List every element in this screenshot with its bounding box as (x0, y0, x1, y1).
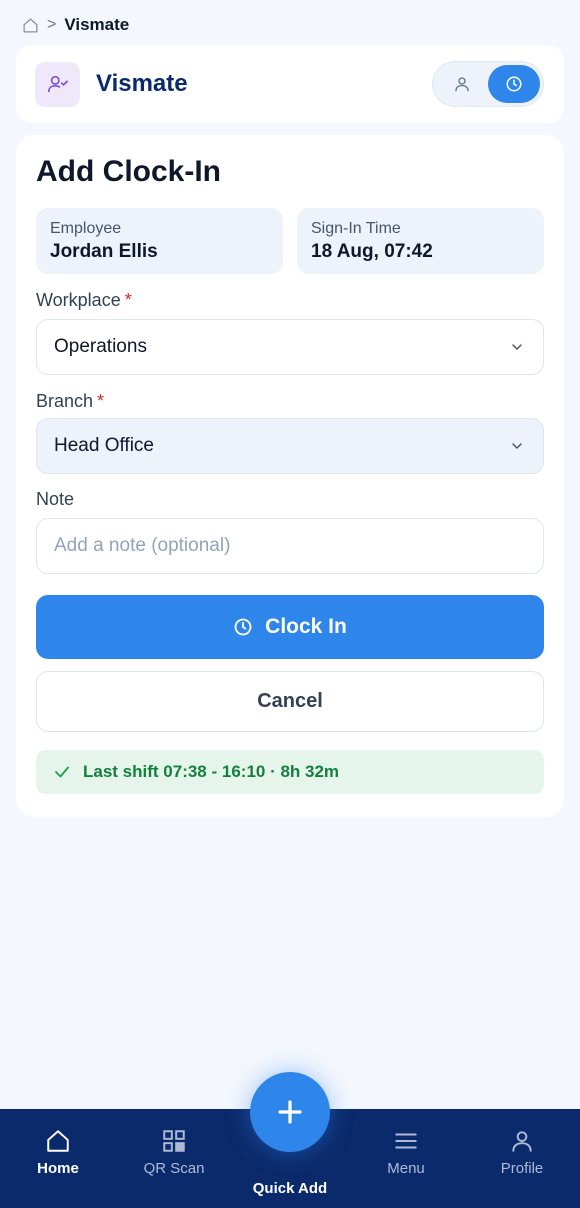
app-name: Vismate (96, 70, 188, 97)
chevron-down-icon (509, 339, 525, 355)
required-mark: * (124, 290, 132, 310)
page-title: Add Clock-In (36, 155, 221, 188)
sign-in-time-tile: Sign-In Time 18 Aug, 07:42 (297, 208, 544, 274)
last-shift-banner: Last shift 07:38 - 16:10 · 8h 32m (36, 750, 544, 794)
chevron-down-icon (509, 438, 525, 454)
cancel-label: Cancel (257, 690, 323, 712)
breadcrumb: > Vismate (22, 14, 129, 36)
note-input[interactable] (36, 518, 544, 574)
menu-icon (393, 1126, 419, 1156)
breadcrumb-current: Vismate (64, 15, 130, 34)
workplace-select[interactable]: Operations (36, 319, 544, 375)
nav-menu[interactable]: Menu (361, 1126, 451, 1182)
clock-view-button[interactable] (488, 65, 540, 103)
breadcrumb-separator: > (47, 16, 57, 33)
app-header: Vismate (16, 45, 564, 123)
employee-tile: Employee Jordan Ellis (36, 208, 283, 274)
nav-profile-label: Profile (500, 1160, 544, 1177)
app-logo (35, 61, 80, 107)
nav-profile[interactable]: Profile (477, 1126, 567, 1182)
nav-home[interactable]: Home (13, 1126, 103, 1182)
employee-label: Employee (50, 220, 122, 237)
branch-value: Head Office (54, 435, 154, 456)
clock-icon (505, 75, 523, 93)
branch-select[interactable]: Head Office (36, 418, 544, 474)
check-icon (53, 763, 71, 781)
last-shift-text: Last shift 07:38 - 16:10 · 8h 32m (83, 762, 340, 781)
workplace-label: Workplace * (36, 290, 132, 311)
note-label: Note (36, 489, 75, 509)
workplace-value: Operations (54, 336, 147, 357)
clock-in-button[interactable]: Clock In (36, 595, 544, 659)
branch-label: Branch * (36, 391, 104, 412)
quick-add-button[interactable] (250, 1072, 330, 1152)
clock-in-label: Clock In (265, 615, 347, 638)
clock-in-card: Add Clock-In Employee Jordan Ellis Sign-… (16, 135, 564, 817)
view-toggle (432, 61, 544, 107)
person-icon (453, 75, 471, 93)
sign-in-time-label: Sign-In Time (311, 220, 401, 237)
person-view-button[interactable] (436, 65, 488, 103)
nav-qr-scan-label: QR Scan (143, 1160, 205, 1177)
qr-icon (161, 1126, 187, 1156)
required-mark: * (97, 391, 105, 411)
workplace-label-text: Workplace (36, 290, 121, 310)
clock-icon (233, 617, 253, 637)
home-icon (45, 1126, 71, 1156)
user-check-icon (47, 73, 69, 95)
profile-icon (509, 1126, 535, 1156)
cancel-button[interactable]: Cancel (36, 671, 544, 732)
home-icon[interactable] (22, 17, 39, 34)
sign-in-time-value: 18 Aug, 07:42 (311, 241, 433, 262)
plus-icon (275, 1097, 305, 1127)
nav-home-label: Home (37, 1160, 79, 1177)
nav-qr-scan[interactable]: QR Scan (129, 1126, 219, 1182)
nav-menu-label: Menu (387, 1160, 425, 1177)
branch-label-text: Branch (36, 391, 94, 411)
employee-value: Jordan Ellis (50, 241, 158, 262)
quick-add-label: Quick Add (252, 1180, 328, 1197)
